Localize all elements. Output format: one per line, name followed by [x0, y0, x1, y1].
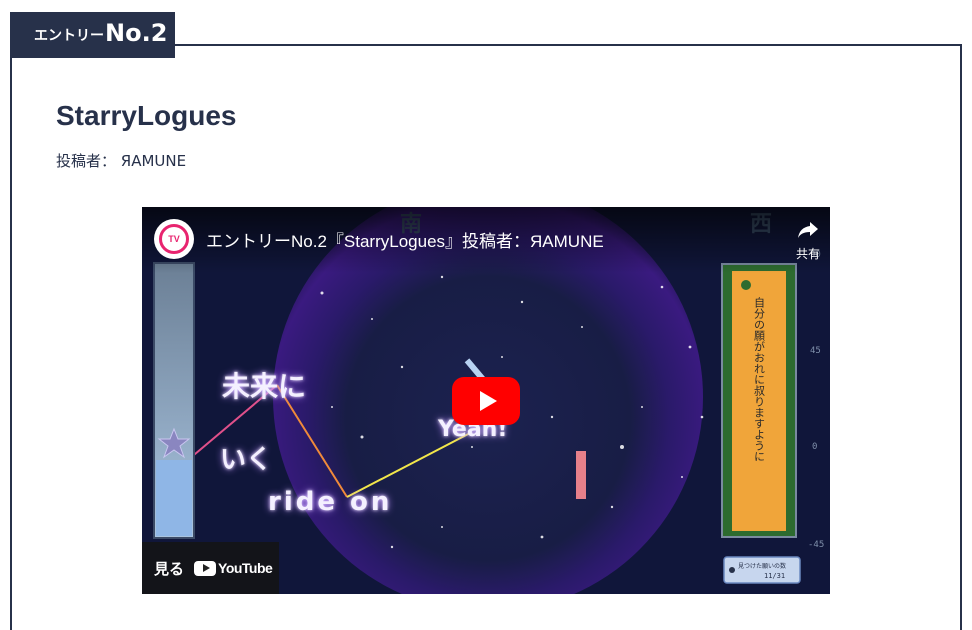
youtube-wordmark: YouTube — [218, 560, 273, 576]
entry-number-tab: エントリー No.2 — [10, 12, 175, 58]
watch-on-youtube-button[interactable]: 見る YouTube — [142, 542, 279, 594]
entry-tab-prefix: エントリー — [34, 28, 104, 44]
lyric-line: いく — [220, 445, 273, 475]
poster-name: 投稿者： ЯAMUNE — [56, 152, 187, 170]
channel-badge: TV — [159, 224, 189, 254]
video-title[interactable]: エントリーNo.2『StarryLogues』投稿者：ЯAMUNE — [206, 227, 604, 252]
lyric-line: ride on — [268, 487, 393, 517]
channel-avatar[interactable]: TV — [154, 219, 194, 259]
wish-counter-label: 見つけた願いの数 — [738, 562, 786, 570]
tanzaku-pink — [576, 451, 586, 499]
tanzaku-hole — [741, 280, 751, 290]
wish-counter-value: 11/31 — [764, 572, 785, 580]
left-gauge-fill — [156, 460, 192, 536]
entry-tab-number: No.2 — [105, 19, 168, 47]
entry-title: StarryLogues — [56, 100, 237, 131]
scale-tick: 0 — [812, 442, 817, 452]
wish-counter — [723, 556, 801, 584]
lyric-line: 未来に — [222, 370, 307, 403]
share-button[interactable]: 共有 — [788, 221, 828, 262]
youtube-embed[interactable]: 南 西 自分の願がおれに叔りますように 90 45 0 -45 見つけた願いの数… — [142, 207, 830, 594]
youtube-logo: YouTube — [194, 560, 273, 576]
watch-label: 見る — [154, 559, 185, 578]
youtube-play-icon — [194, 560, 217, 576]
tanzaku-text: 自分の願がおれに叔りますように — [753, 297, 766, 462]
play-button[interactable] — [452, 377, 520, 425]
scale-tick: 45 — [810, 346, 821, 356]
share-label: 共有 — [795, 247, 820, 261]
share-arrow-icon — [798, 222, 818, 238]
play-icon — [479, 391, 497, 411]
scale-tick: -45 — [808, 540, 824, 550]
